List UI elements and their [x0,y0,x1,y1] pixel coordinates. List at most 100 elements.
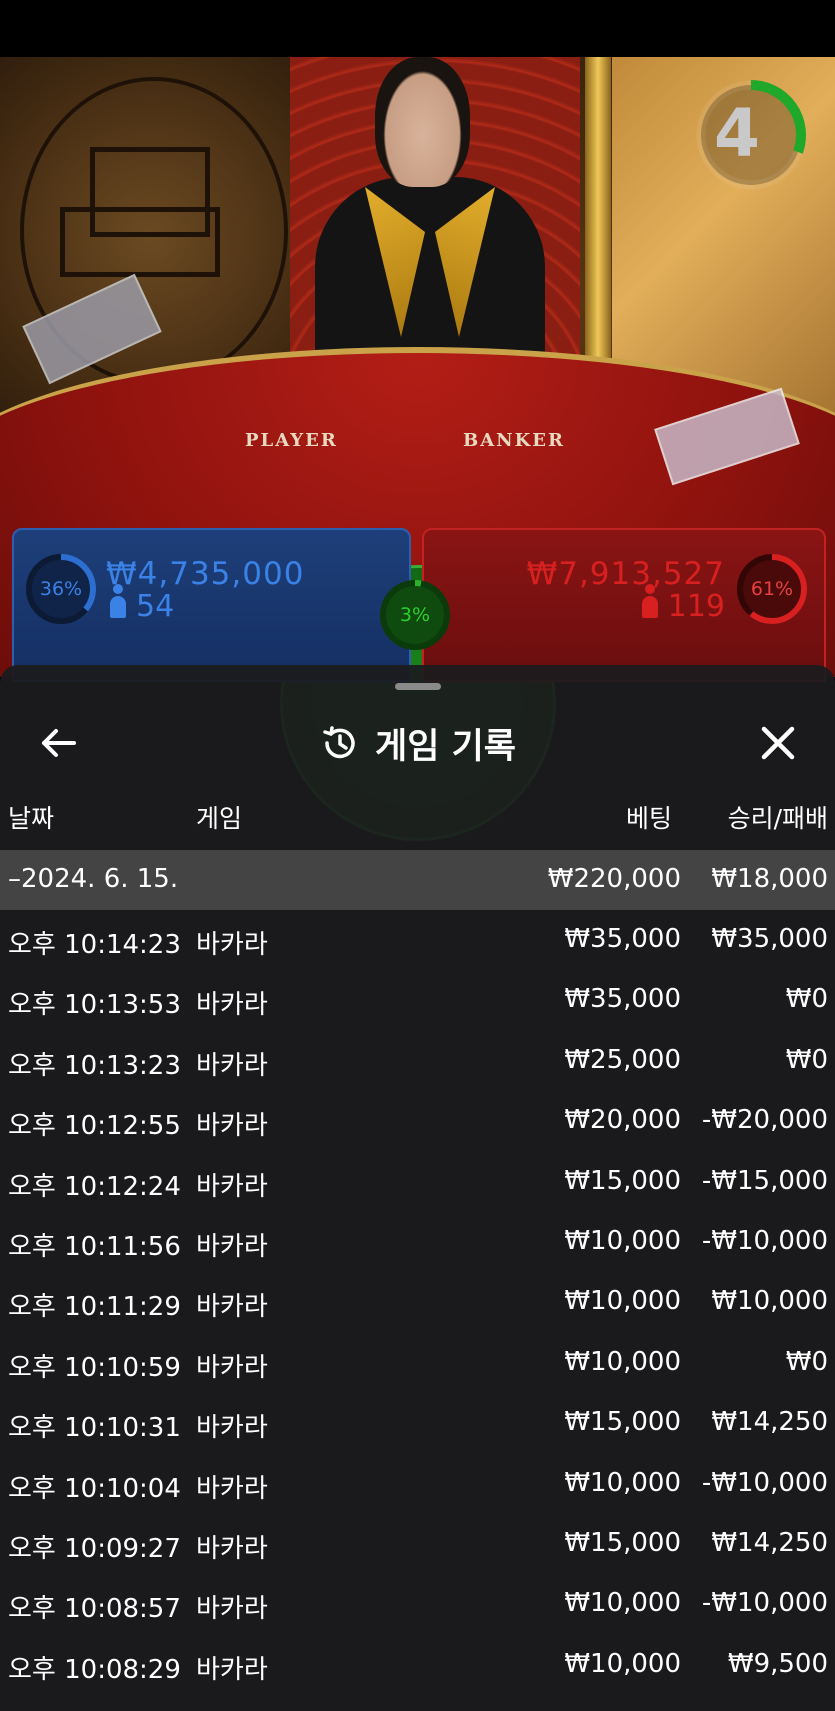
row-game: 바카라 [196,1050,268,1081]
banker-percent: 61% [750,578,794,600]
history-row[interactable]: 오후 10:11:56 바카라 ₩10,000 -₩10,000 [0,1212,835,1272]
row-time: 오후 10:08:29 [8,1654,181,1685]
history-row[interactable]: 오후 10:12:55 바카라 ₩20,000 -₩20,000 [0,1091,835,1151]
person-icon [110,584,126,618]
row-result: -₩10,000 [701,1588,828,1619]
row-bet: ₩10,000 [564,1286,681,1317]
column-bet: 베팅 [625,804,672,833]
row-result: ₩10,000 [711,1286,828,1317]
row-result: ₩14,250 [711,1527,828,1558]
row-result: ₩0 [785,1044,828,1075]
row-game: 바카라 [196,1413,268,1444]
history-row[interactable]: 오후 10:10:04 바카라 ₩10,000 -₩10,000 [0,1454,835,1514]
column-date: 날짜 [8,804,55,833]
row-game: 바카라 [196,990,268,1021]
row-bet: ₩10,000 [564,1346,681,1377]
row-bet: ₩20,000 [564,1105,681,1136]
table-banker-text: BANKER [463,430,565,451]
table-player-text: PLAYER [245,430,338,451]
status-bar [0,0,835,57]
player-count: 54 [110,584,175,624]
row-time: 오후 10:11:56 [8,1231,181,1262]
banker-count: 119 [641,584,725,624]
row-time: 오후 10:10:04 [8,1473,181,1504]
row-game: 바카라 [196,1231,268,1262]
row-result: -₩20,000 [701,1105,828,1136]
history-list: –2024. 6. 15. ₩220,000 ₩18,000 오후 10:14:… [0,850,835,1695]
game-history-panel: 게임 기록 날짜 게임 베팅 승리/패배 –2024. 6. 15. ₩220,… [0,665,835,1711]
row-time: 오후 10:13:53 [8,990,181,1021]
close-icon [761,726,795,760]
row-bet: ₩35,000 [564,984,681,1015]
dealer-head [375,57,470,187]
row-game: 바카라 [196,1533,268,1564]
close-button[interactable] [750,715,806,771]
player-total-amount: ₩4,735,000 [106,556,305,592]
history-row[interactable]: 오후 10:12:24 바카라 ₩15,000 -₩15,000 [0,1152,835,1212]
table-header: 날짜 게임 베팅 승리/패배 [0,785,835,835]
date-group-result-total: ₩18,000 [711,864,828,894]
row-bet: ₩10,000 [564,1588,681,1619]
row-time: 오후 10:08:57 [8,1594,181,1625]
row-time: 오후 10:10:59 [8,1352,181,1383]
row-bet: ₩35,000 [564,924,681,954]
row-game: 바카라 [196,1473,268,1504]
tie-percent: 3% [399,604,431,626]
row-game: 바카라 [196,1594,268,1625]
banker-count-value: 119 [667,589,725,624]
row-game: 바카라 [196,1352,268,1383]
row-time: 오후 10:14:23 [8,930,181,960]
row-game: 바카라 [196,1171,268,1202]
history-row[interactable]: 오후 10:13:23 바카라 ₩25,000 ₩0 [0,1031,835,1091]
column-game: 게임 [196,804,243,833]
history-row[interactable]: 오후 10:10:59 바카라 ₩10,000 ₩0 [0,1333,835,1393]
column-result: 승리/패배 [727,804,828,833]
row-result: -₩10,000 [701,1225,828,1256]
row-bet: ₩15,000 [564,1165,681,1196]
history-row[interactable]: 오후 10:09:27 바카라 ₩15,000 ₩14,250 [0,1514,835,1574]
player-count-value: 54 [136,589,175,624]
row-time: 오후 10:13:23 [8,1050,181,1081]
banker-total-amount: ₩7,913,527 [526,556,725,592]
history-row[interactable]: 오후 10:08:29 바카라 ₩10,000 ₩9,500 [0,1635,835,1695]
row-bet: ₩10,000 [564,1648,681,1679]
history-row[interactable]: 오후 10:11:29 바카라 ₩10,000 ₩10,000 [0,1272,835,1332]
row-result: -₩15,000 [701,1165,828,1196]
row-bet: ₩15,000 [564,1527,681,1558]
row-bet: ₩25,000 [564,1044,681,1075]
history-icon [323,726,355,759]
row-time: 오후 10:11:29 [8,1292,181,1323]
row-bet: ₩10,000 [564,1225,681,1256]
row-time: 오후 10:12:24 [8,1171,181,1202]
date-group-label: –2024. 6. 15. [8,864,179,894]
row-result: ₩14,250 [711,1407,828,1438]
person-icon [641,584,658,618]
row-result: -₩10,000 [701,1467,828,1498]
row-game: 바카라 [196,1111,268,1142]
history-row[interactable]: 오후 10:13:53 바카라 ₩35,000 ₩0 [0,970,835,1030]
history-row[interactable]: 오후 10:10:31 바카라 ₩15,000 ₩14,250 [0,1393,835,1453]
row-result: ₩0 [785,984,828,1015]
decor-lattice-inner2 [60,207,220,277]
countdown-value: 4 [714,95,760,172]
row-time: 오후 10:12:55 [8,1111,181,1142]
row-bet: ₩10,000 [564,1467,681,1498]
row-result: ₩0 [785,1346,828,1377]
row-time: 오후 10:09:27 [8,1533,181,1564]
row-time: 오후 10:10:31 [8,1413,181,1444]
row-game: 바카라 [196,1292,268,1323]
history-row[interactable]: 오후 10:14:23 바카라 ₩35,000 ₩35,000 [0,910,835,970]
decor-pillar [585,57,611,397]
date-group-row[interactable]: –2024. 6. 15. ₩220,000 ₩18,000 [0,850,835,910]
panel-header: 게임 기록 [0,715,835,771]
row-game: 바카라 [196,930,268,960]
row-bet: ₩15,000 [564,1407,681,1438]
date-group-bet-total: ₩220,000 [547,864,681,894]
row-game: 바카라 [196,1654,268,1685]
row-result: ₩9,500 [727,1648,828,1679]
player-percent: 36% [39,578,83,600]
row-result: ₩35,000 [711,924,828,954]
history-row[interactable]: 오후 10:08:57 바카라 ₩10,000 -₩10,000 [0,1574,835,1634]
panel-title: 게임 기록 [375,726,516,767]
drag-handle[interactable] [395,683,441,690]
